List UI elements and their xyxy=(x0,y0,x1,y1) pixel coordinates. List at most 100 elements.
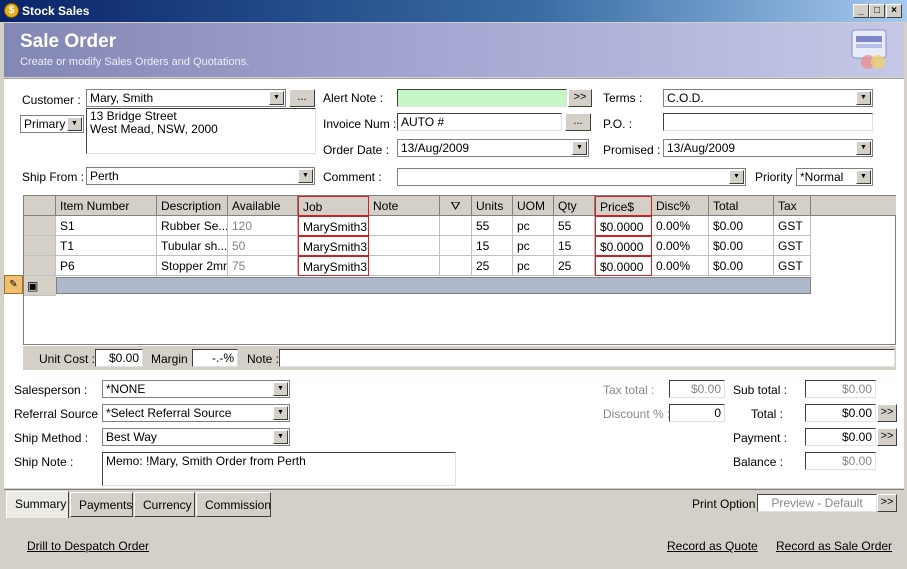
col-total[interactable]: Total xyxy=(709,196,774,216)
maximize-button[interactable]: □ xyxy=(869,4,885,18)
cell-qty[interactable]: 55 xyxy=(554,216,595,236)
cell-qty[interactable]: 25 xyxy=(554,256,595,276)
col-tax[interactable]: Tax xyxy=(774,196,811,216)
print-option-field[interactable]: Preview - Default xyxy=(757,494,877,512)
cell-tax[interactable]: GST xyxy=(774,236,811,256)
new-line-row[interactable] xyxy=(56,277,811,294)
line-note-field[interactable] xyxy=(279,349,895,367)
record-quote-link[interactable]: Record as Quote xyxy=(667,539,758,553)
record-sale-order-link[interactable]: Record as Sale Order xyxy=(776,539,892,553)
cell-filter[interactable] xyxy=(440,256,472,276)
comment-dropdown[interactable]: ▼ xyxy=(397,168,746,186)
chevron-down-icon[interactable]: ▼ xyxy=(273,406,288,420)
cell-item-number[interactable]: P6 xyxy=(56,256,157,276)
cell-uom[interactable]: pc xyxy=(513,216,554,236)
edit-pencil-icon[interactable]: ✎ xyxy=(4,275,23,294)
discount-field[interactable]: 0 xyxy=(669,404,725,422)
cell-filter[interactable] xyxy=(440,216,472,236)
priority-dropdown[interactable]: *Normal ▼ xyxy=(796,168,873,186)
chevron-down-icon[interactable]: ▼ xyxy=(273,382,288,396)
title-bar[interactable]: $ Stock Sales _ □ × xyxy=(0,0,907,22)
chevron-down-icon[interactable]: ▼ xyxy=(572,141,587,155)
chevron-down-icon[interactable]: ▼ xyxy=(856,141,871,155)
cell-qty[interactable]: 15 xyxy=(554,236,595,256)
ship-note-field[interactable]: Memo: !Mary, Smith Order from Perth xyxy=(102,452,456,486)
col-price[interactable]: Price$ xyxy=(595,196,652,216)
referral-dropdown[interactable]: *Select Referral Source ▼ xyxy=(102,404,290,422)
invoice-num-field[interactable]: AUTO # xyxy=(397,113,562,131)
cell-note[interactable] xyxy=(369,216,440,236)
cell-price[interactable]: $0.0000 xyxy=(595,256,652,276)
col-description[interactable]: Description xyxy=(157,196,228,216)
cell-job[interactable]: MarySmith3 xyxy=(298,236,369,256)
chevron-down-icon[interactable]: ▼ xyxy=(67,117,82,131)
cell-units[interactable]: 55 xyxy=(472,216,513,236)
cell-available[interactable]: 120 xyxy=(228,216,298,236)
cell-description[interactable]: Stopper 2mm xyxy=(157,256,228,276)
customer-lookup-button[interactable]: ... xyxy=(289,89,315,107)
cell-tax[interactable]: GST xyxy=(774,256,811,276)
cell-description[interactable]: Rubber Se... xyxy=(157,216,228,236)
promised-date-picker[interactable]: 13/Aug/2009 ▼ xyxy=(663,139,873,157)
col-note[interactable]: Note xyxy=(369,196,440,216)
tab-commission[interactable]: Commission xyxy=(196,492,271,517)
cell-disc[interactable]: 0.00% xyxy=(652,256,709,276)
col-available[interactable]: Available xyxy=(228,196,298,216)
ship-from-dropdown[interactable]: Perth ▼ xyxy=(86,167,315,185)
alert-note-expand-button[interactable]: >> xyxy=(568,89,592,107)
cell-description[interactable]: Tubular sh... xyxy=(157,236,228,256)
cell-item-number[interactable]: S1 xyxy=(56,216,157,236)
col-job[interactable]: Job xyxy=(298,196,369,216)
customer-address[interactable]: 13 Bridge Street West Mead, NSW, 2000 xyxy=(86,108,316,154)
tab-payments[interactable]: Payments xyxy=(70,492,133,517)
cell-total[interactable]: $0.00 xyxy=(709,216,774,236)
filter-icon[interactable]: ⛛ xyxy=(450,199,460,213)
cell-item-number[interactable]: T1 xyxy=(56,236,157,256)
chevron-down-icon[interactable]: ▼ xyxy=(298,169,313,183)
cell-available[interactable]: 50 xyxy=(228,236,298,256)
minimize-button[interactable]: _ xyxy=(853,4,869,18)
line-items-grid[interactable]: Item Number Description Available Job No… xyxy=(23,195,896,345)
cell-available[interactable]: 75 xyxy=(228,256,298,276)
chevron-down-icon[interactable]: ▼ xyxy=(269,91,284,105)
total-details-button[interactable]: >> xyxy=(877,404,897,422)
chevron-down-icon[interactable]: ▼ xyxy=(729,170,744,184)
cell-uom[interactable]: pc xyxy=(513,236,554,256)
cell-tax[interactable]: GST xyxy=(774,216,811,236)
cell-job[interactable]: MarySmith3 xyxy=(298,216,369,236)
cell-note[interactable] xyxy=(369,256,440,276)
order-date-picker[interactable]: 13/Aug/2009 ▼ xyxy=(397,139,589,157)
cell-disc[interactable]: 0.00% xyxy=(652,216,709,236)
cell-price[interactable]: $0.0000 xyxy=(595,236,652,256)
cell-units[interactable]: 15 xyxy=(472,236,513,256)
cell-total[interactable]: $0.00 xyxy=(709,256,774,276)
col-item-number[interactable]: Item Number xyxy=(56,196,157,216)
alert-note-field[interactable] xyxy=(397,89,567,107)
col-qty[interactable]: Qty xyxy=(554,196,595,216)
col-disc[interactable]: Disc% xyxy=(652,196,709,216)
chevron-down-icon[interactable]: ▼ xyxy=(856,170,871,184)
tab-summary[interactable]: Summary xyxy=(6,491,69,518)
col-uom[interactable]: UOM xyxy=(513,196,554,216)
cell-price[interactable]: $0.0000 xyxy=(595,216,652,236)
cell-filter[interactable] xyxy=(440,236,472,256)
invoice-lookup-button[interactable]: ... xyxy=(565,113,591,131)
cell-units[interactable]: 25 xyxy=(472,256,513,276)
col-filter[interactable]: ⛛ xyxy=(440,196,472,216)
cell-total[interactable]: $0.00 xyxy=(709,236,774,256)
po-field[interactable] xyxy=(663,113,873,131)
customer-dropdown[interactable]: Mary, Smith ▼ xyxy=(86,89,286,107)
drill-despatch-link[interactable]: Drill to Despatch Order xyxy=(27,539,149,553)
print-option-button[interactable]: >> xyxy=(877,494,897,512)
ship-method-dropdown[interactable]: Best Way ▼ xyxy=(102,428,290,446)
tab-currency[interactable]: Currency xyxy=(134,492,195,517)
cell-job[interactable]: MarySmith3 xyxy=(298,256,369,276)
chevron-down-icon[interactable]: ▼ xyxy=(856,91,871,105)
cell-note[interactable] xyxy=(369,236,440,256)
payment-details-button[interactable]: >> xyxy=(877,428,897,446)
cell-uom[interactable]: pc xyxy=(513,256,554,276)
chevron-down-icon[interactable]: ▼ xyxy=(273,430,288,444)
salesperson-dropdown[interactable]: *NONE ▼ xyxy=(102,380,290,398)
terms-dropdown[interactable]: C.O.D. ▼ xyxy=(663,89,873,107)
col-units[interactable]: Units xyxy=(472,196,513,216)
